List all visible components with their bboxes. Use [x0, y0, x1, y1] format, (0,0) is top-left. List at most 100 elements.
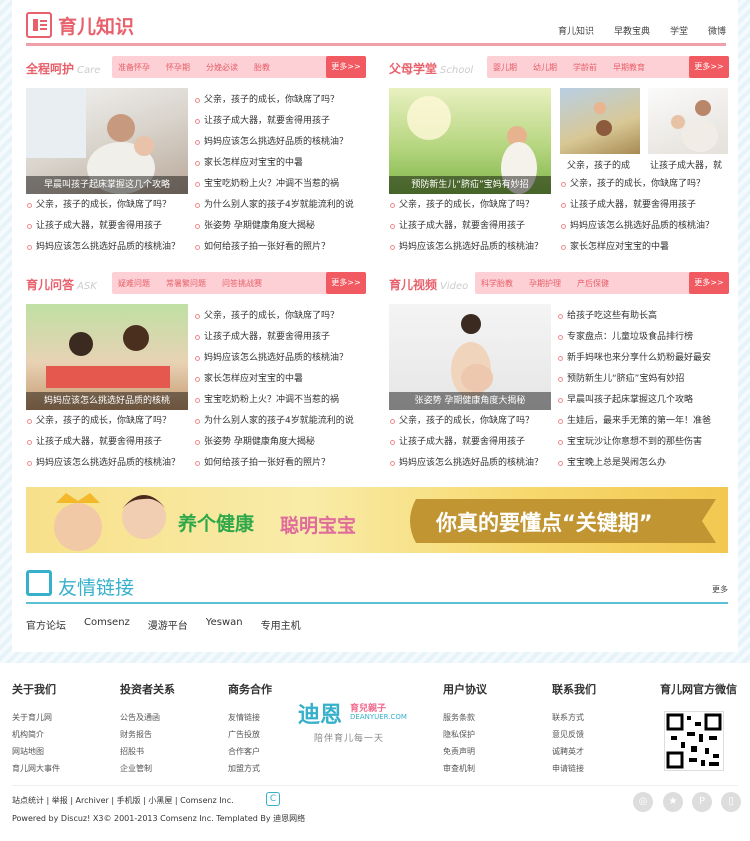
footer-link[interactable]: 机构简介: [12, 726, 60, 743]
image-caption[interactable]: 预防新生儿“脐疝”宝妈有妙招: [389, 176, 551, 194]
list-item[interactable]: 让孩子成大器，就要舍得用孩子: [194, 327, 366, 348]
list-item[interactable]: 家长怎样应对宝宝的中暑: [194, 369, 366, 390]
footer-link[interactable]: 意见反馈: [552, 726, 596, 743]
friend-link[interactable]: 漫游平台: [148, 617, 188, 632]
friend-link[interactable]: Yeswan: [206, 617, 243, 632]
list-item[interactable]: 宝宝吃奶粉上火？冲调不当惹的祸: [194, 390, 366, 411]
image-caption[interactable]: 早晨叫孩子起床掌握这几个攻略: [26, 176, 188, 194]
list-item[interactable]: 妈妈应该怎么挑选好品质的核桃油？: [389, 453, 554, 474]
footer-link[interactable]: 育儿网大事件: [12, 760, 60, 777]
list-item[interactable]: 早晨叫孩子起床掌握这几个攻略: [557, 390, 729, 411]
list-item[interactable]: 专家盘点：儿童垃圾食品排行榜: [557, 327, 729, 348]
list-item[interactable]: 妈妈应该怎么挑选好品质的核桃油？: [26, 237, 191, 258]
tag[interactable]: 准备怀孕: [118, 62, 150, 73]
list-item[interactable]: 妈妈应该怎么挑选好品质的核桃油？: [194, 132, 366, 153]
list-item[interactable]: 妈妈应该怎么挑选好品质的核桃油？: [194, 348, 366, 369]
list-item[interactable]: 让孩子成大器，就要舍得用孩子: [389, 432, 554, 453]
promo-banner[interactable]: 养个健康 聪明宝宝 你真的要懂点“关键期”: [26, 487, 728, 553]
thumb-caption[interactable]: 让孩子成大器，就: [650, 158, 722, 171]
list-item[interactable]: 预防新生儿“脐疝”宝妈有妙招: [557, 369, 729, 390]
list-item[interactable]: 父亲，孩子的成长，你缺席了吗？: [560, 174, 729, 195]
footer-link[interactable]: 申请链接: [552, 760, 596, 777]
list-item[interactable]: 父亲，孩子的成长，你缺席了吗？: [194, 90, 366, 111]
more-link[interactable]: 更多: [712, 584, 728, 595]
footer-link[interactable]: 联系方式: [552, 709, 596, 726]
footer-link[interactable]: 网站地图: [12, 743, 60, 760]
list-item[interactable]: 生娃后，最来手无策的第一年！准爸: [557, 411, 729, 432]
feature-image[interactable]: 张姿势 孕期健康角度大揭秘: [389, 304, 551, 410]
list-item[interactable]: 如何给孩子拍一张好看的照片？: [194, 453, 366, 474]
footer-link[interactable]: 服务条款: [443, 709, 487, 726]
list-item[interactable]: 为什么别人家的孩子4岁就能流利的说: [194, 411, 366, 432]
nav-item[interactable]: 学堂: [670, 24, 688, 37]
more-button[interactable]: 更多>>: [689, 272, 729, 294]
list-item[interactable]: 妈妈应该怎么挑选好品质的核桃油？: [26, 453, 191, 474]
nav-item[interactable]: 微博: [708, 24, 726, 37]
list-item[interactable]: 张姿势 孕期健康角度大揭秘: [194, 432, 366, 453]
nav-item[interactable]: 育儿知识: [558, 24, 594, 37]
mobile-icon[interactable]: ▯: [721, 792, 741, 812]
feature-image[interactable]: 早晨叫孩子起床掌握这几个攻略: [26, 88, 188, 194]
friend-link[interactable]: Comsenz: [84, 617, 130, 632]
tag[interactable]: 幼儿期: [533, 62, 557, 73]
list-item[interactable]: 让孩子成大器，就要舍得用孩子: [389, 216, 554, 237]
list-item[interactable]: 父亲，孩子的成长，你缺席了吗？: [26, 411, 191, 432]
list-item[interactable]: 父亲，孩子的成长，你缺席了吗？: [194, 306, 366, 327]
thumb-caption[interactable]: 父亲，孩子的成: [567, 158, 630, 171]
tag[interactable]: 问答挑战赛: [222, 278, 262, 289]
section-title[interactable]: 育儿问答 ASK: [26, 276, 97, 293]
section-title[interactable]: 父母学堂 School: [389, 60, 473, 77]
tag[interactable]: 科学胎教: [481, 278, 513, 289]
list-item[interactable]: 家长怎样应对宝宝的中暑: [560, 237, 729, 258]
tag[interactable]: 疑难问题: [118, 278, 150, 289]
footer-link[interactable]: 加盟方式: [228, 760, 272, 777]
tag[interactable]: 婴儿期: [493, 62, 517, 73]
footer-link[interactable]: 合作客户: [228, 743, 272, 760]
footer-link[interactable]: 友情链接: [228, 709, 272, 726]
footer-link[interactable]: 公告及通函: [120, 709, 175, 726]
tag[interactable]: 学龄前: [573, 62, 597, 73]
feature-image[interactable]: 预防新生儿“脐疝”宝妈有妙招: [389, 88, 551, 194]
footer-link[interactable]: 财务报告: [120, 726, 175, 743]
list-item[interactable]: 让孩子成大器，就要舍得用孩子: [26, 432, 191, 453]
list-item[interactable]: 宝宝晚上总是哭闹怎么办: [557, 453, 729, 474]
tag[interactable]: 胎教: [254, 62, 270, 73]
list-item[interactable]: 为什么别人家的孩子4岁就能流利的说: [194, 195, 366, 216]
list-item[interactable]: 让孩子成大器，就要舍得用孩子: [560, 195, 729, 216]
nav-item[interactable]: 早教宝典: [614, 24, 650, 37]
thumb-image[interactable]: [560, 88, 640, 154]
list-item[interactable]: 宝宝吃奶粉上火？冲调不当惹的祸: [194, 174, 366, 195]
list-item[interactable]: 家长怎样应对宝宝的中暑: [194, 153, 366, 174]
footer-link[interactable]: 关于育儿网: [12, 709, 60, 726]
image-caption[interactable]: 妈妈应该怎么挑选好品质的核桃: [26, 392, 188, 410]
list-item[interactable]: 如何给孩子拍一张好看的照片？: [194, 237, 366, 258]
list-item[interactable]: 张姿势 孕期健康角度大揭秘: [194, 216, 366, 237]
tag[interactable]: 常暑繁问题: [166, 278, 206, 289]
tag[interactable]: 早期教育: [613, 62, 645, 73]
footer-links[interactable]: 站点统计 | 举报 | Archiver | 手机版 | 小黑屋 | Comse…: [12, 795, 234, 806]
section-title[interactable]: 育儿视频 Video: [389, 276, 468, 293]
list-item[interactable]: 给孩子吃这些有助长高: [557, 306, 729, 327]
friend-link[interactable]: 专用主机: [261, 617, 301, 632]
certificate-icon[interactable]: C: [266, 792, 280, 806]
footer-link[interactable]: 企业管制: [120, 760, 175, 777]
list-item[interactable]: 让孩子成大器，就要舍得用孩子: [26, 216, 191, 237]
footer-link[interactable]: 广告投放: [228, 726, 272, 743]
list-item[interactable]: 让孩子成大器，就要舍得用孩子: [194, 111, 366, 132]
tag[interactable]: 孕期护理: [529, 278, 561, 289]
tag[interactable]: 怀孕期: [166, 62, 190, 73]
footer-link[interactable]: 审查机制: [443, 760, 487, 777]
more-button[interactable]: 更多>>: [326, 56, 366, 78]
star-icon[interactable]: ★: [663, 792, 683, 812]
list-item[interactable]: 新手妈咪也来分享什么奶粉最好最安: [557, 348, 729, 369]
more-button[interactable]: 更多>>: [689, 56, 729, 78]
thumb-image[interactable]: [648, 88, 728, 154]
footer-link[interactable]: 免责声明: [443, 743, 487, 760]
footer-link[interactable]: 隐私保护: [443, 726, 487, 743]
weibo-icon[interactable]: ◎: [633, 792, 653, 812]
more-button[interactable]: 更多>>: [326, 272, 366, 294]
tag[interactable]: 分娩必读: [206, 62, 238, 73]
footer-link[interactable]: 招股书: [120, 743, 175, 760]
list-item[interactable]: 父亲，孩子的成长，你缺席了吗？: [389, 195, 554, 216]
feature-image[interactable]: 妈妈应该怎么挑选好品质的核桃: [26, 304, 188, 410]
